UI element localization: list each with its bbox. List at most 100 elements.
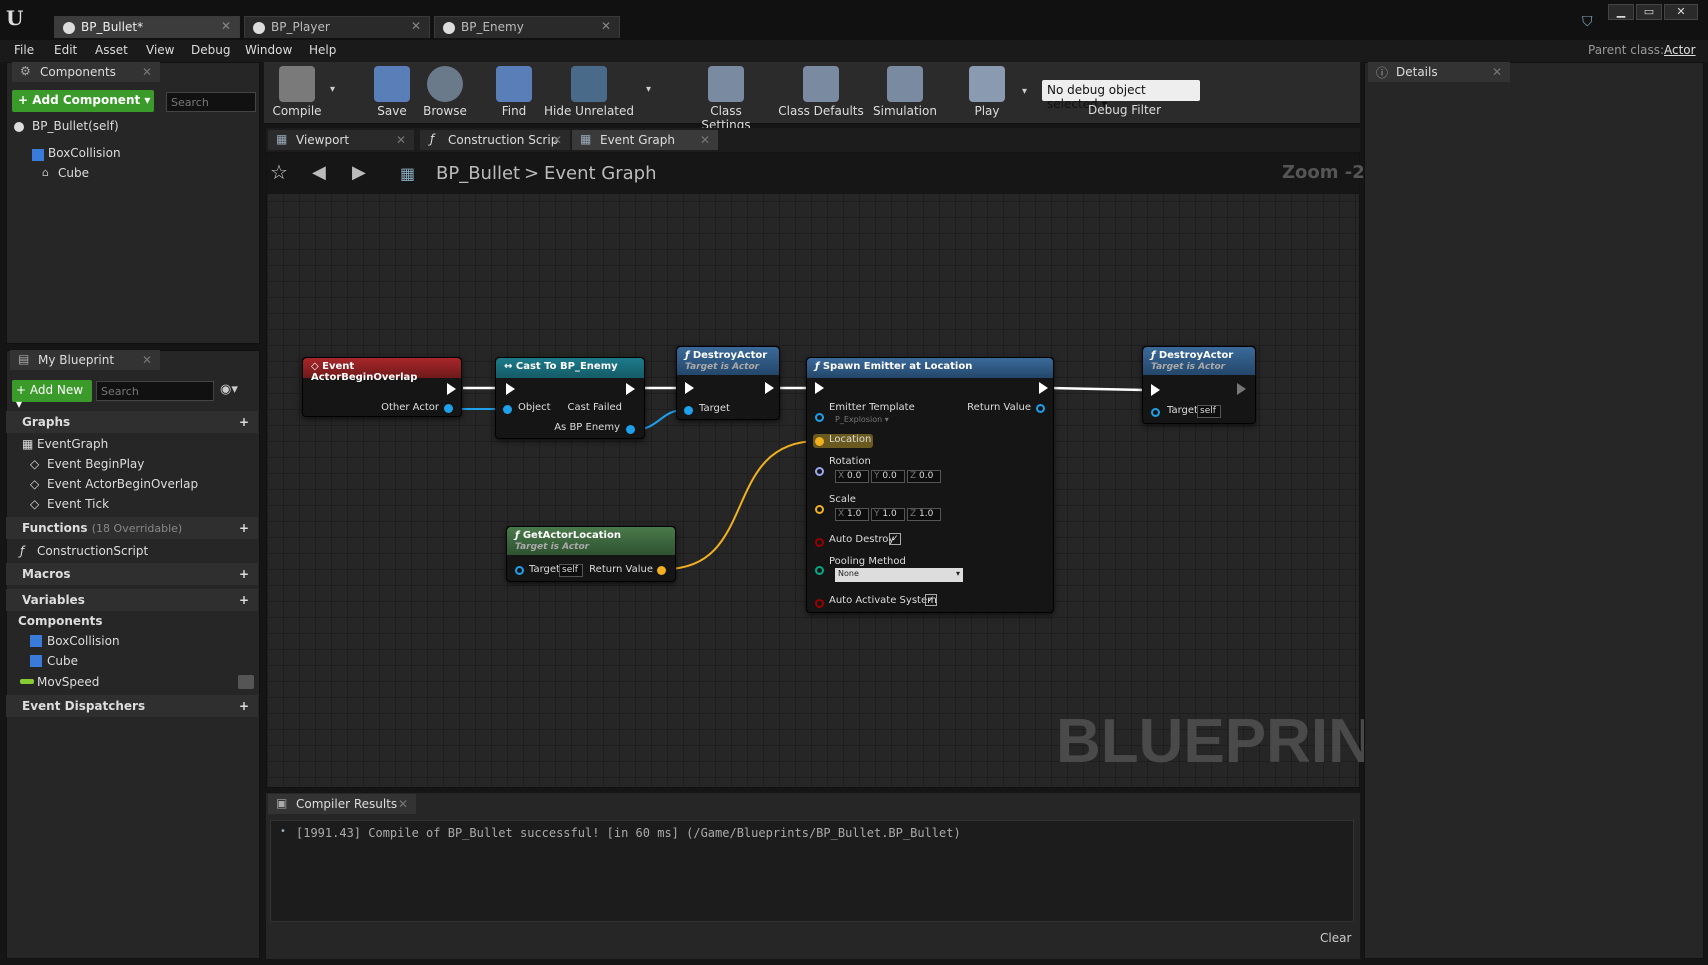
return-value-label: Return Value [589, 564, 653, 575]
node-header: ↔ Cast To BP_Enemy [496, 358, 644, 378]
auto-activate-checkbox[interactable]: ✓ [925, 594, 937, 606]
object-pin[interactable] [503, 405, 512, 414]
rotation-x-field[interactable]: X 0.0 [835, 470, 869, 483]
emitter-template-pin[interactable] [815, 413, 824, 422]
axis-label: X [838, 471, 845, 481]
location-label: Location [829, 434, 872, 445]
target-pin[interactable] [1151, 408, 1160, 417]
target-pin[interactable] [684, 406, 693, 415]
target-label: Target [699, 403, 730, 414]
node-title: DestroyActor [1158, 350, 1234, 361]
other-actor-label: Other Actor [381, 402, 439, 413]
clear-button[interactable]: Clear [1320, 931, 1351, 945]
exec-out-pin[interactable] [1237, 383, 1246, 395]
node-destroy-actor-2[interactable]: ƒ DestroyActor Target is Actor Target sel… [1142, 346, 1256, 424]
exec-out-pin[interactable] [1039, 382, 1048, 394]
exec-in-pin[interactable] [685, 382, 694, 394]
scale-y-value: 1.0 [882, 509, 897, 519]
close-icon[interactable]: ✕ [398, 797, 408, 811]
details-title: Details [1396, 65, 1438, 79]
rotation-x-value: 0.0 [847, 471, 862, 481]
node-subtitle: Target is Actor [685, 362, 760, 372]
auto-activate-pin[interactable] [815, 599, 824, 608]
pooling-method-pin[interactable] [815, 566, 824, 575]
node-title: Cast To BP_Enemy [515, 361, 618, 372]
as-bp-enemy-label: As BP Enemy [554, 422, 620, 433]
node-header: ƒ Spawn Emitter at Location [807, 358, 1053, 378]
axis-label: X [838, 509, 845, 519]
node-spawn-emitter[interactable]: ƒ Spawn Emitter at Location Emitter Temp… [806, 357, 1054, 613]
rotation-pin[interactable] [815, 467, 824, 476]
return-value-pin[interactable] [657, 566, 666, 575]
target-self-value[interactable]: self [1197, 405, 1221, 418]
axis-label: Z [910, 471, 917, 481]
cast-failed-label: Cast Failed [567, 402, 622, 413]
rotation-label: Rotation [829, 456, 871, 467]
vector-wire [664, 440, 819, 570]
exec-in-pin[interactable] [815, 382, 824, 394]
node-cast-to-bp-enemy[interactable]: ↔ Cast To BP_Enemy Object Cast Failed As… [495, 357, 645, 439]
node-subtitle: Target is Actor [1151, 362, 1226, 372]
scale-y-field[interactable]: Y 1.0 [871, 508, 905, 521]
auto-destroy-checkbox[interactable]: ✓ [889, 533, 901, 545]
as-bp-enemy-pin[interactable] [626, 425, 635, 434]
rotation-z-value: 0.0 [919, 471, 934, 481]
axis-label: Y [874, 471, 880, 481]
node-header: ƒ DestroyActor Target is Actor [1143, 347, 1255, 375]
target-self-value[interactable]: self [559, 564, 583, 577]
terminal-icon: ▣ [276, 796, 288, 810]
exec-in-pin[interactable] [1151, 384, 1160, 396]
node-title: Event ActorBeginOverlap [311, 361, 418, 383]
exec-out-pin[interactable] [447, 383, 456, 395]
rotation-y-field[interactable]: Y 0.0 [871, 470, 905, 483]
node-subtitle: Target is Actor [515, 542, 590, 552]
scale-x-value: 1.0 [847, 509, 862, 519]
pooling-method-label: Pooling Method [829, 556, 906, 567]
compiler-results-tab[interactable]: ▣ Compiler Results ✕ [268, 794, 416, 814]
return-value-pin[interactable] [1036, 404, 1045, 413]
scale-label: Scale [829, 494, 856, 505]
target-label: Target [1167, 405, 1198, 416]
object-label: Object [518, 402, 551, 413]
pooling-method-select[interactable]: None ▾ [835, 568, 963, 582]
scale-z-value: 1.0 [919, 509, 934, 519]
exec-out-pin[interactable] [626, 383, 635, 395]
details-tab[interactable]: ⓘ Details ✕ [1368, 62, 1510, 82]
scale-z-field[interactable]: Z 1.0 [907, 508, 941, 521]
rotation-z-field[interactable]: Z 0.0 [907, 470, 941, 483]
exec-in-pin[interactable] [506, 383, 515, 395]
rotation-y-value: 0.0 [882, 471, 897, 481]
details-icon: ⓘ [1376, 66, 1389, 80]
compiler-results-title: Compiler Results [296, 797, 398, 811]
compiler-message: [1991.43] Compile of BP_Bullet successfu… [296, 826, 961, 840]
axis-label: Z [910, 509, 917, 519]
node-destroy-actor[interactable]: ƒ DestroyActor Target is Actor Target [676, 346, 780, 420]
details-panel [1364, 62, 1704, 959]
target-label: Target [529, 564, 560, 575]
log-bullet-icon: • [280, 826, 286, 837]
return-value-label: Return Value [967, 402, 1031, 413]
exec-out-pin[interactable] [765, 382, 774, 394]
target-pin[interactable] [515, 566, 524, 575]
location-pin[interactable] [815, 437, 824, 446]
node-title: GetActorLocation [522, 530, 621, 541]
chevron-down-icon: ▾ [955, 569, 960, 578]
scale-pin[interactable] [815, 505, 824, 514]
node-event-overlap[interactable]: ◇ Event ActorBeginOverlap Other Actor [302, 357, 462, 417]
exec-wire [1049, 386, 1148, 392]
axis-label: Y [874, 509, 880, 519]
close-icon[interactable]: ✕ [1492, 65, 1502, 79]
auto-destroy-label: Auto Destroy [829, 534, 895, 545]
auto-activate-label: Auto Activate System [829, 595, 937, 606]
node-header: ƒ DestroyActor Target is Actor [677, 347, 779, 375]
pooling-method-value: None [838, 569, 859, 578]
emitter-template-label: Emitter Template [829, 402, 915, 413]
node-title: Spawn Emitter at Location [822, 361, 973, 372]
auto-destroy-pin[interactable] [815, 538, 824, 547]
other-actor-pin[interactable] [444, 404, 453, 413]
scale-x-field[interactable]: X 1.0 [835, 508, 869, 521]
emitter-template-value[interactable]: P_Explosion ▾ [835, 415, 889, 424]
node-get-actor-location[interactable]: ƒ GetActorLocation Target is Actor Target… [506, 526, 676, 582]
node-title: DestroyActor [692, 350, 768, 361]
node-header: ƒ GetActorLocation Target is Actor [507, 527, 675, 555]
